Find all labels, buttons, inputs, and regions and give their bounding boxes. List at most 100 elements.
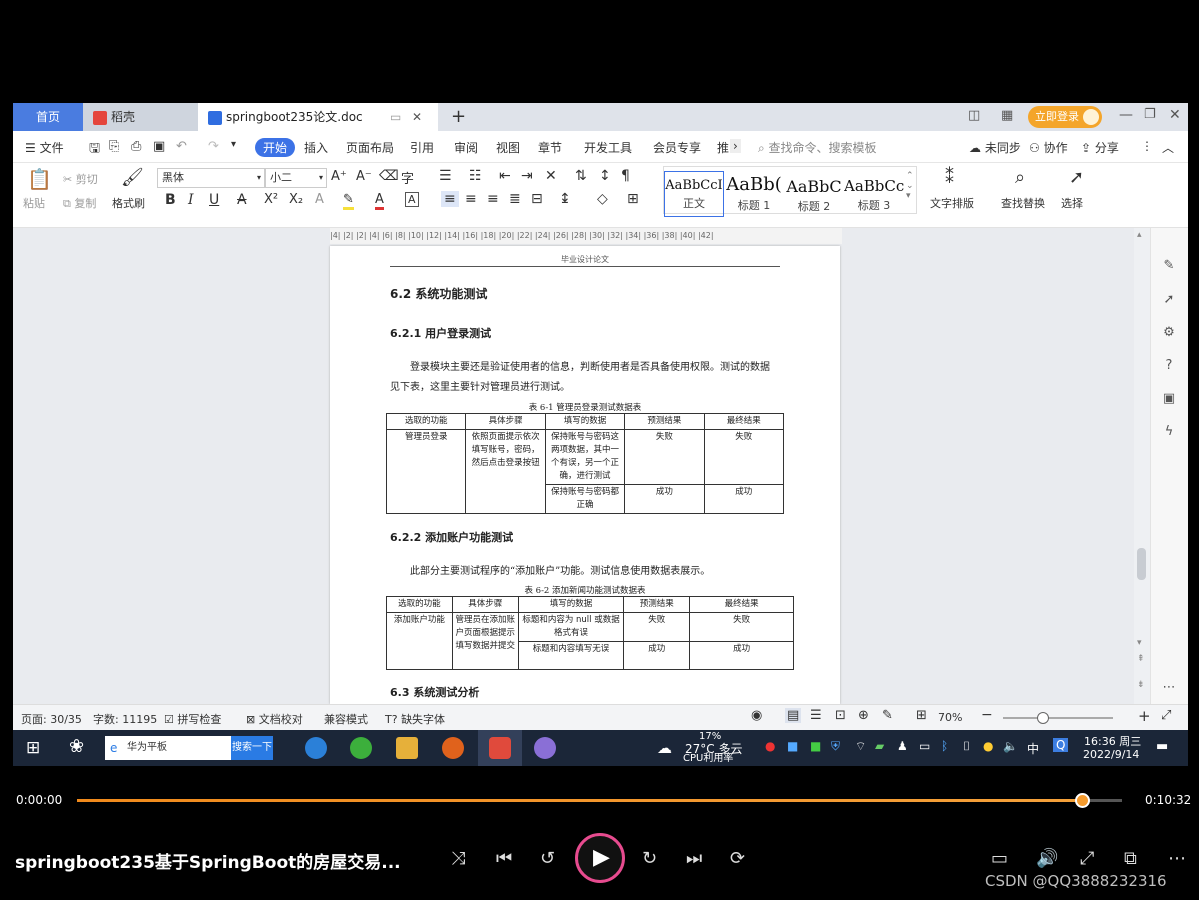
subscript-icon[interactable]: X₂ — [289, 192, 303, 207]
chevron-right-icon[interactable]: › — [730, 139, 741, 153]
style-heading-2[interactable]: AaBbC 标题 2 — [784, 171, 844, 217]
word-count[interactable]: 字数: 11195 — [93, 711, 157, 727]
menu-insert[interactable]: 插入 — [304, 139, 328, 156]
web-view-icon[interactable]: ⊕ — [858, 708, 869, 723]
help-icon[interactable]: ? — [1161, 358, 1177, 374]
export-icon[interactable]: ⎘ — [109, 139, 119, 154]
print-preview-icon[interactable]: ▣ — [153, 139, 165, 154]
menu-reference[interactable]: 引用 — [410, 139, 434, 156]
style-heading-1[interactable]: AaBb(标题 1 — [724, 171, 784, 217]
format-painter-label[interactable]: 格式刷 — [112, 195, 145, 211]
grow-font-icon[interactable]: A⁺ — [331, 169, 347, 184]
ie-browser-icon[interactable] — [305, 737, 327, 759]
align-center-icon[interactable]: ≡ — [465, 191, 477, 207]
tray-icon-yellow[interactable]: ● — [983, 739, 993, 753]
network-icon[interactable]: ⌔ — [855, 739, 866, 754]
scrollbar-thumb[interactable] — [1137, 548, 1146, 580]
borders-icon[interactable]: ⊞ — [627, 191, 639, 207]
usb-icon[interactable]: ⌷ — [963, 739, 970, 754]
menu-review[interactable]: 审阅 — [454, 139, 478, 156]
clock-date[interactable]: 2022/9/14 — [1083, 748, 1139, 761]
numbered-list-icon[interactable]: ☷ — [469, 168, 482, 184]
qq-icon[interactable]: ♟ — [897, 739, 908, 753]
text-direction-icon[interactable]: ⇅ — [575, 168, 587, 184]
superscript-icon[interactable]: X² — [264, 192, 278, 207]
next-icon[interactable]: ⏭ — [686, 848, 702, 869]
font-family-select[interactable]: 黑体 ▾ — [157, 168, 265, 188]
360-browser-icon[interactable] — [350, 737, 372, 759]
horizontal-ruler[interactable]: |4| |2| |2| |4| |6| |8| |10| |12| |14| |… — [330, 228, 842, 244]
fullscreen-player-icon[interactable]: ⤢ — [1080, 848, 1094, 869]
tray-icon-1[interactable]: ● — [765, 739, 775, 753]
file-explorer-icon[interactable] — [396, 737, 418, 759]
undo-icon[interactable]: ↶ — [176, 139, 187, 154]
wps-taskbar-item[interactable] — [478, 730, 522, 766]
taskbar-search-input[interactable]: e 华为平板 — [105, 736, 231, 760]
sort-icon[interactable]: ↕ — [599, 168, 611, 184]
menu-file[interactable]: ☰ 文件 — [25, 139, 64, 156]
menu-view[interactable]: 视图 — [496, 139, 520, 156]
distribute-icon[interactable]: ⊟ — [531, 191, 543, 207]
windows-start-icon[interactable]: ⊞ — [26, 738, 40, 758]
select-cursor-icon[interactable]: ➚ — [1069, 167, 1084, 188]
font-size-select[interactable]: 小二 ▾ — [265, 168, 327, 188]
battery-icon[interactable]: ▭ — [919, 739, 930, 753]
notification-icon[interactable]: ▬ — [1156, 739, 1168, 754]
rewind-10-icon[interactable]: ↺ — [540, 848, 555, 869]
strikethrough-icon[interactable]: A — [237, 192, 247, 208]
char-border-icon[interactable]: A — [405, 192, 419, 207]
restore-window-icon[interactable]: ❐ — [1144, 107, 1156, 122]
shading-icon[interactable]: ◇ — [597, 191, 608, 207]
mini-player-icon[interactable]: ⧉ — [1124, 848, 1137, 869]
format-painter-icon[interactable]: 🖌 — [121, 167, 144, 188]
search-submit-button[interactable]: 搜索一下 — [231, 736, 273, 760]
more-player-icon[interactable]: ⋯ — [1168, 848, 1186, 869]
restore-tab-icon[interactable]: ▭ — [390, 103, 401, 131]
menu-member[interactable]: 会员专享 — [653, 139, 701, 156]
lightning-icon[interactable]: ϟ — [1161, 424, 1177, 440]
menu-chapter[interactable]: 章节 — [538, 139, 562, 156]
tab-home[interactable]: 首页 — [13, 103, 83, 131]
more-dropdown-icon[interactable]: ▾ — [231, 139, 236, 150]
style-normal[interactable]: AaBbCcI 正文 — [664, 171, 724, 217]
close-window-icon[interactable]: ✕ — [1169, 107, 1181, 123]
share-button[interactable]: ⇪ 分享 — [1081, 139, 1119, 156]
volume-player-icon[interactable]: 🔊 — [1036, 848, 1058, 869]
bold-button[interactable]: B — [165, 192, 176, 208]
underline-button[interactable]: U — [209, 192, 219, 208]
redo-icon[interactable]: ↷ — [208, 139, 219, 154]
tray-q-icon[interactable]: Q — [1053, 738, 1069, 752]
avatar-app-icon[interactable] — [534, 737, 556, 759]
align-left-icon[interactable]: ≡ — [441, 191, 459, 207]
more-tools-icon[interactable]: ⋯ — [1161, 680, 1177, 696]
missing-font[interactable]: T? 缺失字体 — [385, 711, 445, 727]
zoom-in-icon[interactable]: + — [1138, 707, 1151, 725]
menu-start[interactable]: 开始 — [255, 138, 296, 157]
document-page[interactable]: 毕业设计论文 6.2 系统功能测试 6.2.1 用户登录测试 登录模块主要还是验… — [330, 246, 840, 704]
pen-icon[interactable]: ✎ — [1161, 258, 1177, 274]
italic-button[interactable]: I — [188, 192, 194, 208]
paste-label[interactable]: 粘贴 — [23, 195, 45, 211]
print-icon[interactable]: ⎙ — [131, 139, 141, 154]
previous-icon[interactable]: ⏮ — [496, 848, 512, 869]
image-tool-icon[interactable]: ▣ — [1161, 391, 1177, 407]
subtitles-icon[interactable]: ▭ — [991, 848, 1008, 869]
clock-time[interactable]: 16:36 周三 — [1084, 733, 1141, 749]
phonetic-icon[interactable]: 字 — [401, 168, 414, 187]
eye-protection-icon[interactable]: ◉ — [751, 708, 762, 723]
zoom-level[interactable]: 70% — [938, 711, 962, 724]
huawei-icon[interactable]: ❀ — [69, 736, 84, 757]
collapse-ribbon-icon[interactable]: ︿ — [1162, 139, 1174, 156]
play-button[interactable]: ▶ — [575, 833, 625, 883]
text-layout-icon[interactable]: ⁑ — [945, 167, 954, 188]
cursor-icon[interactable]: ➚ — [1161, 292, 1177, 308]
zoom-slider[interactable] — [1003, 717, 1113, 719]
font-color-icon[interactable]: A — [375, 192, 384, 210]
next-page-icon[interactable]: ⇟ — [1137, 680, 1145, 690]
fullscreen-icon[interactable]: ⤢ — [1161, 708, 1171, 723]
outline-view-icon[interactable]: ☰ — [810, 708, 822, 723]
show-marks-icon[interactable]: ¶ — [621, 168, 630, 184]
tray-icon-3[interactable]: ■ — [810, 739, 821, 753]
settings-sliders-icon[interactable]: ⚙ — [1161, 325, 1177, 341]
search-icon[interactable]: ⌕ — [1015, 167, 1025, 188]
